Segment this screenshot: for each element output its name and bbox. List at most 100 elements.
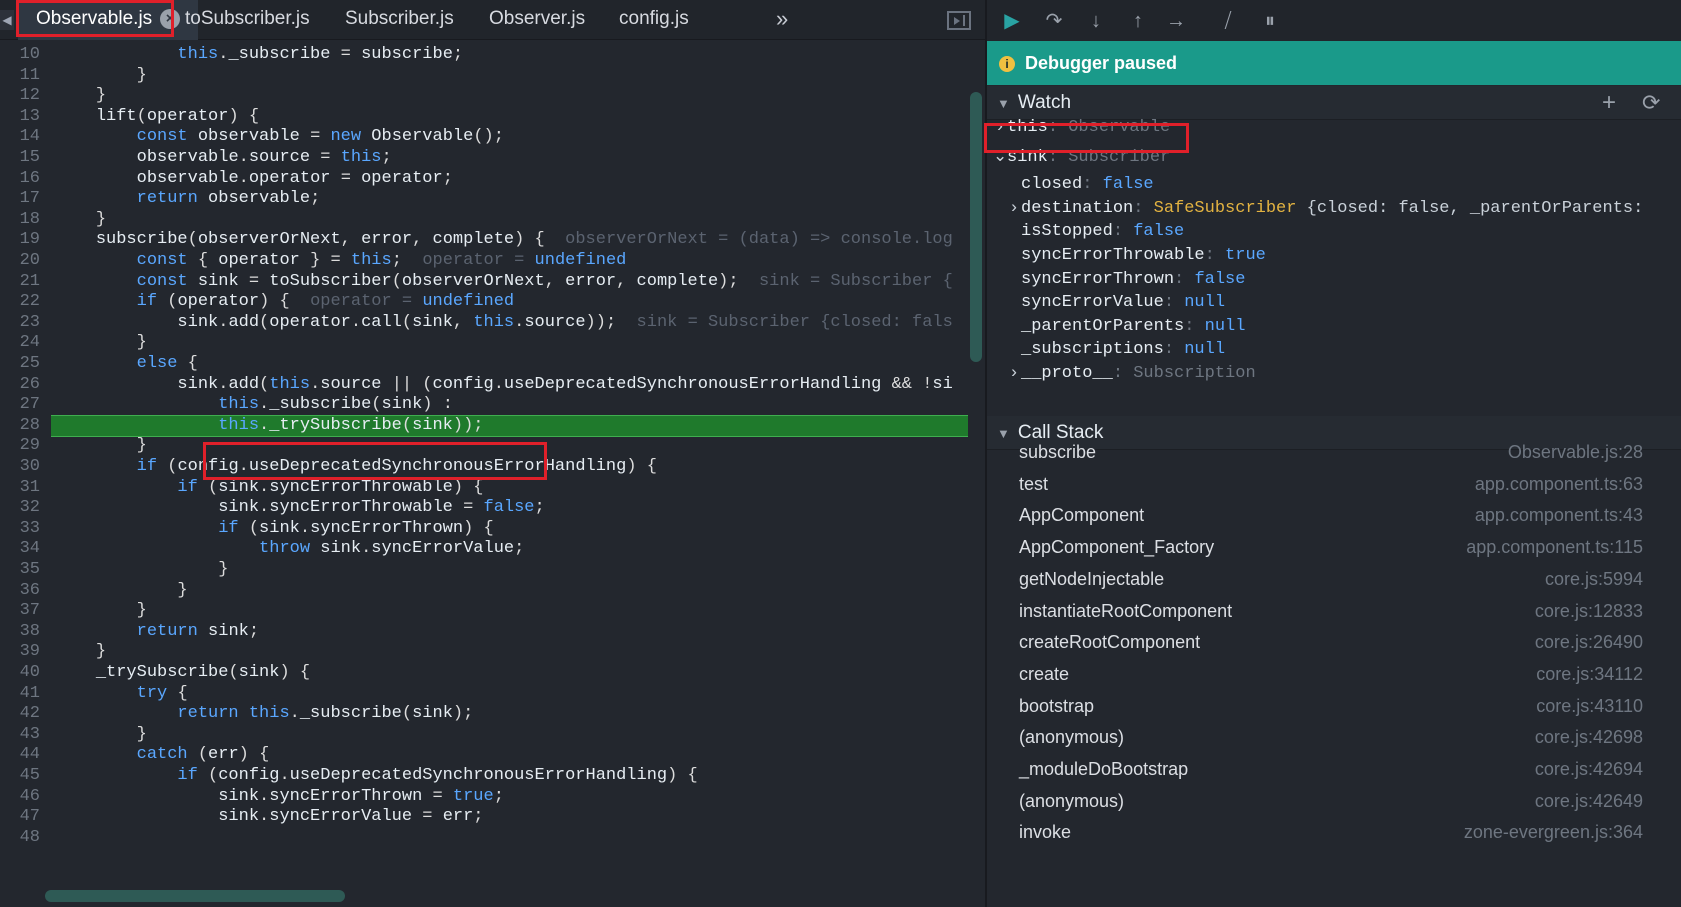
line-number[interactable]: 48 — [0, 827, 40, 849]
line-number[interactable]: 22 — [0, 291, 40, 313]
code-line: 39 } — [0, 641, 985, 663]
separator: : — [1047, 148, 1069, 167]
code-text: } — [95, 210, 107, 229]
watch-row-syncerrorthrown[interactable]: syncErrorThrown: false — [987, 268, 1681, 292]
watch-row-parentorparents[interactable]: _parentOrParents: null — [987, 315, 1681, 339]
call-stack-frame[interactable]: createRootComponent core.js:26490 — [987, 626, 1681, 658]
line-number[interactable]: 24 — [0, 332, 40, 354]
line-number[interactable]: 39 — [0, 641, 40, 663]
inline-var-value: undefined — [534, 251, 627, 270]
watch-row-syncerrorthrowable[interactable]: syncErrorThrowable: true — [987, 244, 1681, 268]
tab-tosubscriber-js[interactable]: toSubscriber.js — [167, 0, 328, 40]
line-number[interactable]: 10 — [0, 44, 40, 66]
info-icon: i — [999, 56, 1015, 72]
call-stack-frame[interactable]: instantiateRootComponent core.js:12833 — [987, 595, 1681, 627]
line-number[interactable]: 41 — [0, 683, 40, 705]
line-number[interactable]: 27 — [0, 394, 40, 416]
line-number[interactable]: 37 — [0, 600, 40, 622]
line-number[interactable]: 43 — [0, 724, 40, 746]
step-over-icon[interactable]: ↷ — [1041, 8, 1067, 34]
line-number[interactable]: 44 — [0, 744, 40, 766]
call-stack-frame[interactable]: test app.component.ts:63 — [987, 468, 1681, 500]
line-number[interactable]: 29 — [0, 435, 40, 457]
line-number[interactable]: 32 — [0, 497, 40, 519]
line-number[interactable]: 40 — [0, 662, 40, 684]
step-icon[interactable]: → — [1163, 8, 1189, 34]
watch-key: _subscriptions — [1021, 340, 1164, 359]
step-into-icon[interactable]: ↓ — [1083, 8, 1109, 34]
watch-row-isstopped[interactable]: isStopped: false — [987, 220, 1681, 244]
line-number[interactable]: 18 — [0, 209, 40, 231]
call-stack-frame[interactable]: getNodeInjectable core.js:5994 — [987, 563, 1681, 595]
line-number[interactable]: 17 — [0, 188, 40, 210]
call-stack-frame[interactable]: subscribe Observable.js:28 — [987, 436, 1681, 468]
line-number[interactable]: 28 — [0, 415, 40, 437]
tab-scroll-left-icon[interactable]: ◀ — [0, 10, 14, 30]
separator: : — [1047, 118, 1069, 137]
deactivate-breakpoints-icon[interactable]: ⧸ — [1215, 8, 1241, 34]
line-number[interactable]: 38 — [0, 621, 40, 643]
call-stack-frame[interactable]: (anonymous) core.js:42649 — [987, 785, 1681, 817]
expanded-arrow-icon[interactable]: ⌄ — [993, 146, 1007, 170]
watch-value: Observable — [1068, 118, 1171, 137]
refresh-watch-icon[interactable]: ⟳ — [1642, 86, 1660, 120]
call-stack-frame[interactable]: bootstrap core.js:43110 — [987, 690, 1681, 722]
call-stack-frame[interactable]: create core.js:34112 — [987, 658, 1681, 690]
resume-icon[interactable]: ▶ — [999, 8, 1025, 34]
expand-arrow-icon[interactable]: › — [1007, 362, 1021, 386]
line-number[interactable]: 34 — [0, 538, 40, 560]
add-watch-icon[interactable]: + — [1602, 86, 1616, 120]
line-number[interactable]: 13 — [0, 106, 40, 128]
watch-section-header[interactable]: ▼ Watch + ⟳ — [987, 86, 1681, 120]
step-out-icon[interactable]: ↑ — [1125, 8, 1151, 34]
line-number[interactable]: 47 — [0, 806, 40, 828]
line-number[interactable]: 26 — [0, 374, 40, 396]
line-number[interactable]: 33 — [0, 518, 40, 540]
tab-config-js[interactable]: config.js — [601, 0, 707, 40]
line-number[interactable]: 36 — [0, 580, 40, 602]
call-stack-frame[interactable]: AppComponent app.component.ts:43 — [987, 499, 1681, 531]
pause-on-exceptions-icon[interactable]: ⏸ — [1257, 8, 1283, 34]
line-number[interactable]: 42 — [0, 703, 40, 725]
line-number[interactable]: 30 — [0, 456, 40, 478]
call-stack-frame[interactable]: AppComponent_Factory app.component.ts:115 — [987, 531, 1681, 563]
watch-row-this[interactable]: › this: Observable — [987, 116, 1681, 140]
line-number[interactable]: 45 — [0, 765, 40, 787]
line-number[interactable]: 23 — [0, 312, 40, 334]
line-number[interactable]: 35 — [0, 559, 40, 581]
vertical-scrollbar[interactable] — [970, 92, 982, 362]
tab-subscriber-js[interactable]: Subscriber.js — [327, 0, 472, 40]
line-number[interactable]: 16 — [0, 168, 40, 190]
line-number[interactable]: 21 — [0, 271, 40, 293]
watch-row-syncerrorvalue[interactable]: syncErrorValue: null — [987, 291, 1681, 315]
line-number[interactable]: 15 — [0, 147, 40, 169]
frame-function: invoke — [1019, 822, 1072, 843]
line-number[interactable]: 12 — [0, 85, 40, 107]
line-number[interactable]: 14 — [0, 126, 40, 148]
call-stack-frame[interactable]: invoke zone-evergreen.js:364 — [987, 816, 1681, 848]
line-number[interactable]: 25 — [0, 353, 40, 375]
more-tabs-icon[interactable]: » — [776, 0, 788, 40]
code-text: } — [177, 581, 188, 600]
call-stack-frame[interactable]: _moduleDoBootstrap core.js:42694 — [987, 753, 1681, 785]
watch-row-proto[interactable]: › __proto__: Subscription — [987, 362, 1681, 386]
line-number[interactable]: 20 — [0, 250, 40, 272]
call-stack-frame[interactable]: (anonymous) core.js:42698 — [987, 721, 1681, 753]
watch-row-closed[interactable]: closed: false — [987, 173, 1681, 197]
line-number[interactable]: 11 — [0, 65, 40, 87]
expand-arrow-icon[interactable]: › — [1007, 197, 1021, 221]
inline-value-hint: observerOrNext = (data) => console.log — [544, 230, 953, 249]
line-number[interactable]: 46 — [0, 786, 40, 808]
toggle-debugger-panel-icon[interactable] — [947, 11, 971, 30]
expand-arrow-icon[interactable]: › — [993, 116, 1007, 140]
horizontal-scrollbar[interactable] — [45, 890, 345, 902]
watch-row-sink[interactable]: ⌄sink: Subscriber — [987, 146, 1681, 170]
watch-row-subscriptions[interactable]: _subscriptions: null — [987, 338, 1681, 362]
tab-observer-js[interactable]: Observer.js — [471, 0, 603, 40]
line-number[interactable]: 31 — [0, 477, 40, 499]
line-number[interactable]: 19 — [0, 229, 40, 251]
watch-row-destination[interactable]: › destination: SafeSubscriber {closed: fa… — [987, 197, 1681, 221]
frame-location: core.js:43110 — [1536, 695, 1643, 716]
frame-location: core.js:12833 — [1534, 600, 1643, 621]
code-text: } — [218, 560, 229, 579]
